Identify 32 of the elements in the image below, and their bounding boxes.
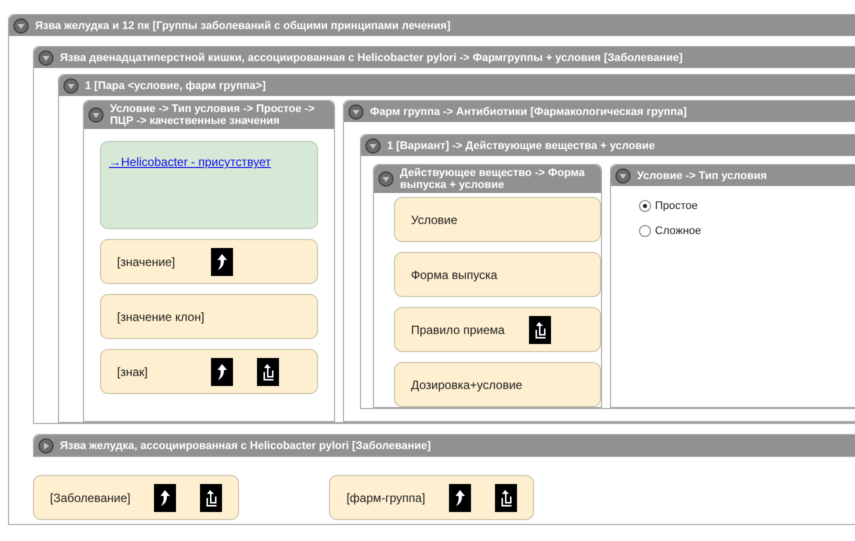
group-title: Язва желудка и 12 пк [Группы заболеваний с общими принципами лечения] — [35, 18, 450, 34]
group-title: Условие -> Тип условия — [637, 168, 767, 184]
group-title: Язва желудка, ассоциированная с Helicobacter pylori [Заболевание] — [60, 438, 431, 454]
item-label: [значение] — [117, 254, 176, 270]
item-label: [фарм-группа] — [346, 490, 426, 506]
group-title: Язва двенадцатиперстной кишки, ассоциированная с Helicobacter pylori -> Фармгруппы + условия [Заболевание] — [60, 50, 683, 66]
group-title: 1 [Вариант] -> Действующие вещества + условие — [387, 138, 655, 154]
item-label: [значение клон] — [117, 308, 204, 326]
item-label: Правило приема — [411, 322, 505, 338]
radio-button[interactable] — [639, 200, 651, 212]
item-label: Условие — [411, 212, 458, 228]
group-title: Фарм группа -> Антибиотики [Фармакологическая группа] — [370, 104, 687, 120]
collapse-toggle[interactable] — [378, 171, 394, 187]
radio-button[interactable] — [639, 224, 651, 237]
item-label: [знак] — [117, 364, 149, 380]
collapse-toggle[interactable] — [13, 18, 29, 34]
collapse-toggle[interactable] — [348, 104, 364, 120]
radio-label: Простое — [655, 199, 698, 214]
radio-label: Сложное — [655, 224, 702, 238]
group-title: Условие -> Тип условия -> Простое -> ПЦР -> качественные значения — [110, 102, 316, 129]
item-label: Форма выпуска — [411, 266, 498, 284]
collapse-toggle[interactable] — [88, 107, 104, 123]
expand-toggle[interactable] — [38, 438, 54, 454]
group-title: Действующее вещество -> Форма выпуска + условие — [400, 166, 586, 193]
item-label: Дозировка+условие — [411, 376, 522, 394]
collapse-toggle[interactable] — [615, 168, 631, 184]
collapse-toggle[interactable] — [38, 50, 54, 66]
condition-link[interactable]: →Helicobacter - присутствует — [109, 155, 271, 169]
group-title: 1 [Пара <условие, фарм группа>] — [85, 78, 266, 94]
collapse-toggle[interactable] — [365, 138, 381, 154]
collapse-toggle[interactable] — [63, 78, 79, 94]
item-label: [Заболевание] — [50, 490, 130, 506]
